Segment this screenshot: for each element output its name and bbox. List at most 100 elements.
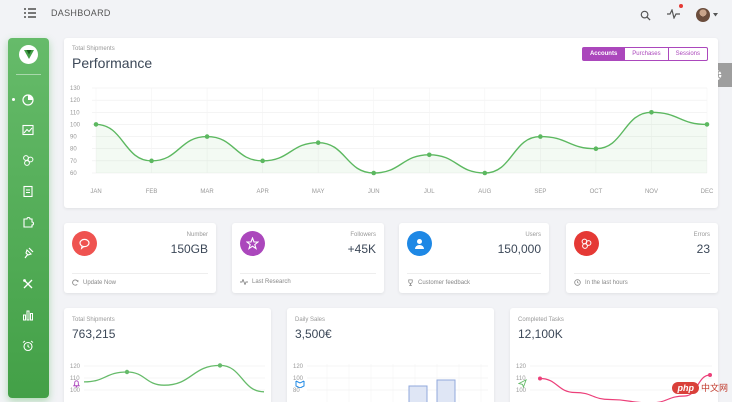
- sidebar: [8, 38, 49, 398]
- card-label: Total Shipments: [72, 317, 115, 323]
- tools-icon: [23, 279, 33, 289]
- stat-footer[interactable]: Last Research: [240, 279, 291, 285]
- stat-footer-text: Customer feedback: [418, 279, 471, 286]
- x-tick-label: SEP: [534, 189, 546, 195]
- stat-footer[interactable]: In the last hours: [574, 279, 628, 286]
- watermark: php 中文网: [672, 381, 728, 394]
- stat-footer-text: In the last hours: [585, 279, 628, 286]
- stat-card-followers: Followers +45K Last Research: [232, 223, 384, 293]
- sidebar-item-maps[interactable]: [21, 246, 35, 260]
- sidebar-item-extensions[interactable]: [21, 215, 35, 229]
- active-indicator: [12, 98, 15, 101]
- stat-footer[interactable]: Update Now: [72, 279, 116, 286]
- x-tick-label: MAY: [312, 189, 325, 195]
- alarm-icon: [22, 340, 34, 352]
- stat-card-number: Number 150GB Update Now: [64, 223, 216, 293]
- pin-icon: [24, 247, 34, 259]
- clock-icon: [574, 279, 581, 286]
- watermark-text: 中文网: [700, 383, 728, 393]
- stat-card-users: Users 150,000 Customer feedback: [399, 223, 549, 293]
- page-title: DASHBOARD: [51, 8, 111, 18]
- data-point: [124, 369, 130, 375]
- sidebar-item-tools[interactable]: [21, 277, 35, 291]
- sidebar-divider: [16, 74, 41, 75]
- sidebar-item-components[interactable]: [21, 153, 35, 167]
- tab-sessions[interactable]: Sessions: [668, 47, 708, 61]
- stat-label: Number: [186, 232, 208, 238]
- bar: [408, 385, 428, 402]
- sidebar-item-dashboard[interactable]: [21, 93, 35, 107]
- divider: [407, 273, 541, 274]
- series-line: [83, 364, 265, 393]
- sidebar-item-forms[interactable]: [21, 184, 35, 198]
- pulse-icon: [240, 279, 248, 285]
- chat-icon: [72, 231, 97, 256]
- tab-accounts[interactable]: Accounts: [581, 47, 626, 61]
- divider: [240, 273, 376, 274]
- x-tick-label: JUL: [424, 189, 435, 195]
- y-tick-label: 120: [516, 364, 527, 370]
- data-point: [704, 122, 710, 127]
- component-icon: [23, 155, 34, 166]
- activity-button[interactable]: [667, 4, 683, 24]
- stat-footer-text: Last Research: [252, 279, 291, 285]
- y-tick-label: 120: [70, 98, 81, 104]
- performance-title: Performance: [72, 55, 153, 71]
- search-icon[interactable]: [640, 10, 651, 21]
- vue-logo-icon[interactable]: [19, 45, 38, 64]
- x-tick-label: APR: [256, 189, 269, 195]
- x-tick-label: MAR: [200, 189, 214, 195]
- divider: [72, 273, 208, 274]
- card-value-row: 3,500€: [295, 327, 332, 388]
- stat-footer[interactable]: Customer feedback: [407, 279, 470, 286]
- sidebar-item-gallery[interactable]: [21, 123, 35, 137]
- y-tick-label: 100: [293, 376, 304, 382]
- performance-card: Total Shipments Performance Accounts Pur…: [64, 38, 718, 208]
- user-menu[interactable]: [696, 8, 718, 22]
- data-point: [93, 122, 99, 127]
- notification-dot: [679, 4, 683, 8]
- activity-icon: [667, 8, 680, 20]
- card-value-row: 12,100K: [518, 327, 563, 388]
- card-label: Daily Sales: [295, 317, 326, 323]
- x-tick-label: OCT: [590, 189, 603, 195]
- star-icon: [240, 231, 265, 256]
- caret-down-icon: [713, 13, 718, 17]
- x-tick-label: NOV: [645, 189, 658, 195]
- stat-value: +45K: [347, 242, 376, 256]
- y-tick-label: 130: [70, 86, 81, 92]
- card-label: Completed Tasks: [518, 317, 564, 323]
- chart-icon: [23, 310, 33, 321]
- bug-icon: [574, 231, 599, 256]
- x-tick-label: JAN: [90, 189, 101, 195]
- y-tick-label: 100: [70, 388, 81, 394]
- menu-icon[interactable]: [24, 8, 36, 18]
- tab-purchases[interactable]: Purchases: [625, 47, 669, 61]
- stat-label: Followers: [350, 232, 376, 238]
- y-tick-label: 60: [70, 171, 77, 177]
- daily-sales-card: Daily Sales 3,500€ 120 100 80: [287, 308, 494, 402]
- stat-card-errors: Errors 23 In the last hours: [566, 223, 718, 293]
- card-value: 12,100K: [518, 327, 563, 341]
- total-shipments-chart: 120 110 100: [70, 363, 265, 394]
- total-shipments-card: Total Shipments 763,215 120 110 100: [64, 308, 271, 402]
- stat-value: 23: [696, 242, 710, 256]
- bar: [436, 379, 456, 402]
- y-tick-label: 120: [70, 364, 81, 370]
- stat-value: 150,000: [497, 242, 541, 256]
- watermark-brand: php: [672, 381, 699, 394]
- refresh-icon: [72, 279, 79, 286]
- sidebar-item-charts[interactable]: [21, 308, 35, 322]
- data-point: [217, 363, 223, 368]
- performance-subtitle: Total Shipments: [72, 46, 115, 52]
- top-navbar: DASHBOARD: [0, 0, 732, 28]
- data-point: [482, 170, 488, 176]
- y-tick-label: 70: [70, 159, 77, 165]
- sidebar-item-calendar[interactable]: [21, 339, 35, 353]
- clipboard-icon: [23, 185, 33, 197]
- data-point: [149, 158, 154, 164]
- y-tick-label: 110: [70, 110, 80, 116]
- dashboard-icon: [22, 94, 34, 106]
- stat-footer-text: Update Now: [83, 279, 117, 286]
- y-tick-label: 90: [70, 135, 77, 141]
